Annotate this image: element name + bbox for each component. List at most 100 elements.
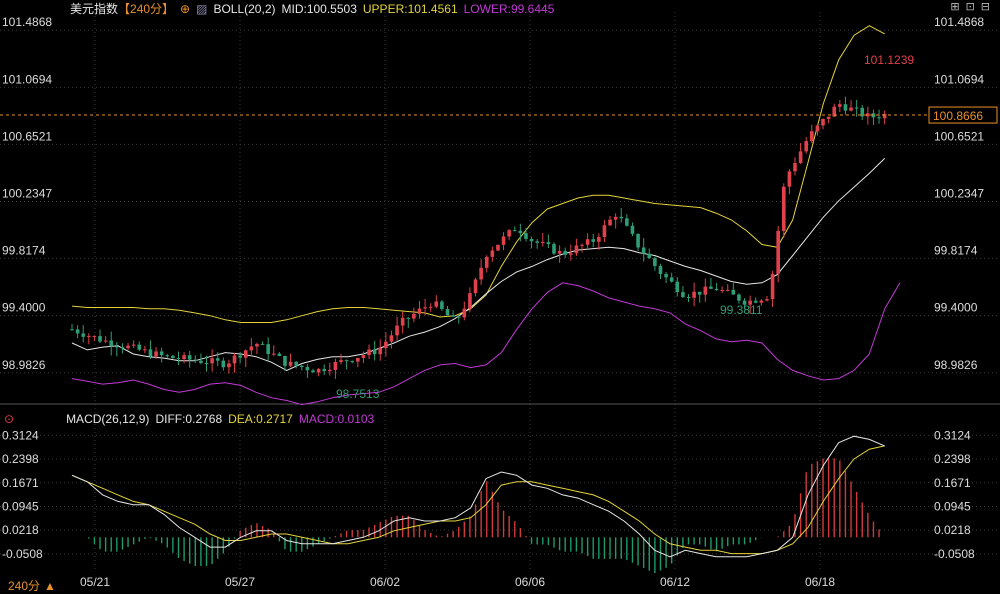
period-label[interactable]: 【240分】 (118, 2, 174, 16)
candle-body (630, 225, 635, 234)
candle-body (204, 362, 209, 364)
candle-body (658, 266, 663, 274)
x-tick-label: 06/06 (515, 575, 545, 589)
candle-body (115, 346, 119, 348)
macd-value: MACD:0.0103 (298, 412, 375, 426)
candle-body (165, 355, 170, 357)
macd-y-tick-left: -0.0508 (2, 547, 43, 561)
macd-dea-line (71, 445, 885, 555)
period-selector[interactable]: 240分 ▲ (8, 577, 62, 594)
candle-body (350, 361, 355, 363)
window-controls: ⊞⊡⊟ (950, 0, 996, 13)
candle-body (810, 131, 814, 142)
candle-body (597, 236, 601, 242)
candle-body (367, 349, 371, 356)
candle-body (602, 225, 607, 237)
candle-body (154, 351, 158, 357)
candle-body (552, 244, 556, 254)
candle-body (798, 151, 803, 164)
macd-y-tick-right: 0.0218 (934, 523, 971, 537)
extreme-value-annotation: 98.7513 (336, 387, 380, 401)
price-y-tick-right: 99.8174 (934, 244, 978, 258)
candle-body (877, 117, 881, 119)
candle-body (479, 267, 483, 280)
candle-body (328, 369, 332, 372)
maximize-icon[interactable]: ⊞ (950, 1, 965, 13)
candle-body (445, 309, 450, 316)
x-tick-label: 05/27 (225, 575, 255, 589)
candle-body (70, 329, 74, 331)
candle-body (496, 244, 500, 251)
macd-y-tick-left: 0.3124 (2, 428, 39, 442)
period-selector-label: 240分 (8, 579, 41, 593)
candle-body (423, 307, 427, 309)
candle-body (372, 349, 377, 355)
candle-body (271, 353, 276, 355)
candle-body (507, 230, 511, 237)
candle-body (669, 277, 674, 282)
candle-body (243, 350, 248, 358)
candle-body (384, 341, 388, 348)
candle-body (131, 344, 136, 346)
candle-body (227, 363, 231, 368)
candle-body (193, 359, 198, 361)
candle-body (159, 351, 164, 356)
candle-body (518, 230, 523, 234)
candle-body (585, 239, 590, 245)
candle-body (720, 289, 724, 291)
candle-body (187, 355, 192, 360)
candle-body (647, 253, 652, 259)
settings-icon[interactable]: ⊟ (981, 1, 996, 13)
x-tick-label: 06/12 (660, 575, 690, 589)
candle-body (838, 104, 842, 107)
macd-diff-line (71, 435, 885, 558)
macd-name: MACD(26,12,9) (66, 412, 150, 426)
candle-body (120, 347, 125, 349)
chart-canvas[interactable]: 101.4868 101.4868 101.0694 101.0694 100.6521… (0, 0, 1000, 592)
mid-value: MID:100.5503 (281, 2, 357, 16)
candle-body (283, 355, 287, 366)
candle-body (199, 360, 203, 363)
indicator-icon[interactable]: ▨ (196, 2, 207, 16)
candle-body (109, 340, 114, 347)
candle-body (781, 186, 786, 231)
candle-body (765, 299, 769, 301)
candle-body (653, 258, 657, 267)
candle-body (731, 289, 736, 295)
candle-body (776, 230, 780, 274)
chevron-up-icon: ▲ (44, 579, 56, 593)
candle-body (126, 345, 130, 349)
candle-body (563, 250, 568, 255)
price-panel-header: 美元指数【240分】 ⊕ ▨ BOLL(20,2) MID:100.5503 UPPER:… (70, 0, 560, 17)
candle-body (294, 361, 298, 366)
crosshair-circle-icon[interactable]: ⊕ (180, 2, 190, 16)
candle-body (686, 297, 691, 299)
candle-body (428, 306, 433, 308)
candle-body (804, 141, 809, 152)
candle-body (232, 355, 237, 364)
lower-value: LOWER:99.6445 (463, 2, 555, 16)
candle-body (361, 355, 366, 358)
price-y-tick-right: 101.0694 (934, 72, 984, 86)
candle-body (389, 335, 394, 342)
candle-body (406, 317, 411, 319)
candle-body (882, 113, 887, 119)
extreme-value-annotation: 101.1239 (864, 53, 914, 67)
restore-icon[interactable]: ⊡ (966, 1, 981, 13)
candle-body (344, 360, 349, 362)
candle-body (849, 107, 853, 111)
candle-body (681, 292, 685, 298)
candle-body (664, 273, 668, 278)
candle-body (395, 325, 399, 336)
candle-body (288, 361, 293, 366)
x-tick-label: 06/02 (370, 575, 400, 589)
candle-body (260, 343, 265, 345)
settings-dot-icon[interactable]: ⊙ (4, 412, 14, 426)
macd-y-tick-right: -0.0508 (934, 547, 975, 561)
candle-body (182, 355, 186, 360)
candle-body (417, 308, 422, 314)
candle-body (356, 357, 360, 362)
candle-body (412, 313, 416, 319)
candle-body (299, 365, 304, 368)
macd-panel-header: ⊙ MACD(26,12,9) DIFF:0.2768 DEA:0.2717 MACD:… (4, 412, 380, 426)
